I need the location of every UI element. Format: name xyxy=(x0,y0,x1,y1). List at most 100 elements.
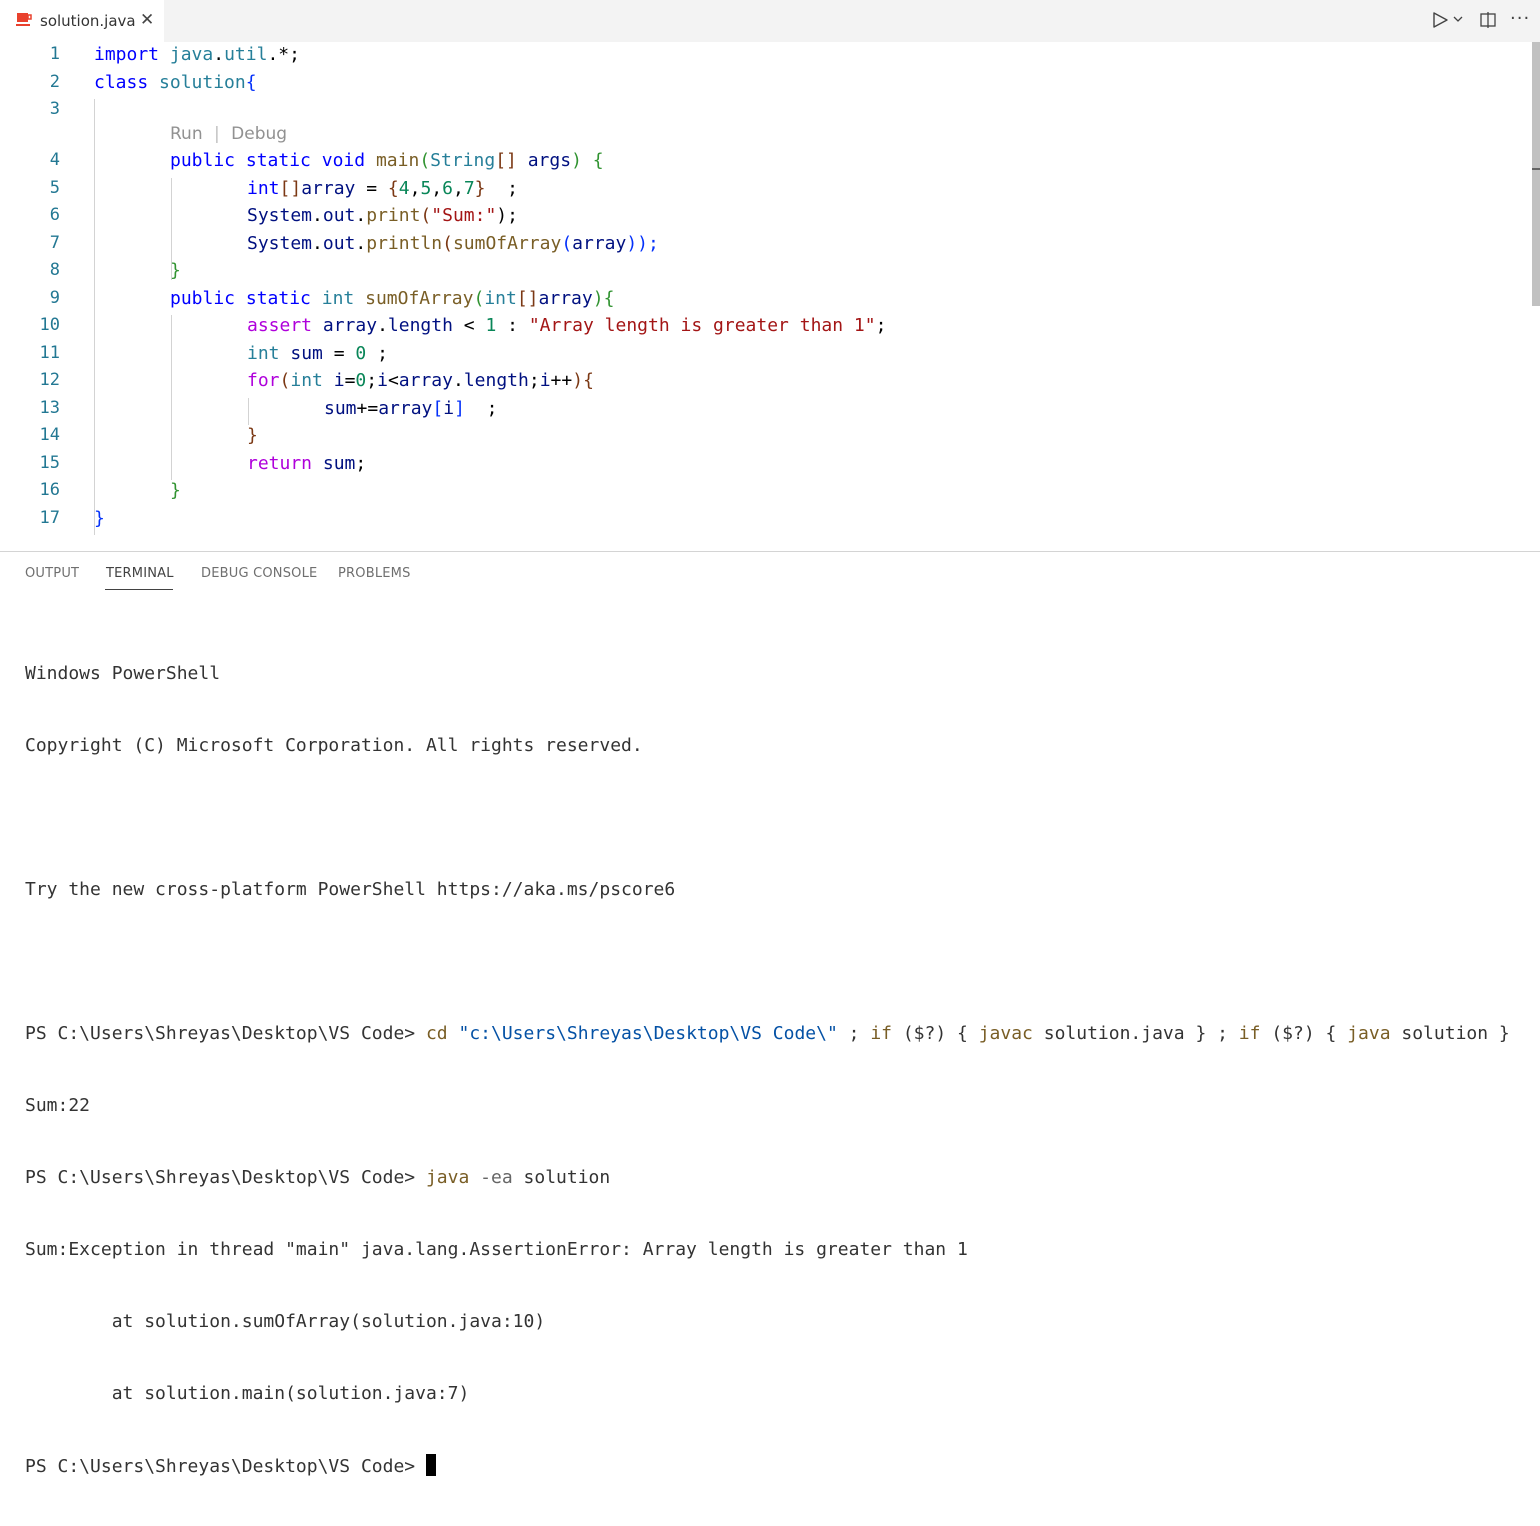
token: [] xyxy=(495,150,517,171)
terminal-prompt: PS C:\Users\Shreyas\Desktop\VS Code> xyxy=(25,1456,426,1477)
chevron-down-icon[interactable] xyxy=(1453,15,1463,23)
editor-scrollbar[interactable] xyxy=(1532,42,1540,551)
token: "Array length is greater than 1" xyxy=(528,315,876,336)
cmd-token: ($?) { xyxy=(892,1023,979,1044)
token: sum xyxy=(290,343,323,364)
editor-tab-bar: solution.java ✕ ··· xyxy=(0,0,1540,42)
token: } xyxy=(247,425,258,446)
line-number: 1 xyxy=(49,44,60,64)
cmd-token: solution.java } ; xyxy=(1032,1023,1239,1044)
token: 5 xyxy=(420,178,432,199)
token: out xyxy=(322,205,356,226)
token: i xyxy=(539,370,551,391)
token: . xyxy=(213,44,225,65)
more-actions-icon[interactable]: ··· xyxy=(1510,8,1530,29)
code-line-9: public static int sumOfArray(int[]array)… xyxy=(170,288,614,309)
tab-output[interactable]: OUTPUT xyxy=(25,566,79,581)
token: = xyxy=(344,370,356,391)
split-editor-icon[interactable] xyxy=(1479,11,1497,29)
cmd-token: ; xyxy=(837,1023,871,1044)
terminal-line: Try the new cross-platform PowerShell ht… xyxy=(25,879,676,900)
token: i xyxy=(333,370,345,391)
line-number: 2 xyxy=(49,72,60,92)
token: args xyxy=(527,150,572,171)
token: ; xyxy=(464,398,498,419)
token: , xyxy=(431,178,443,199)
code-line-15: return sum; xyxy=(247,453,366,474)
token: )); xyxy=(626,233,659,254)
line-number: 6 xyxy=(49,205,60,225)
indent-guide xyxy=(171,315,172,480)
cmd-token: if xyxy=(870,1023,892,1044)
code-line-12: for(int i=0;i<array.length;i++){ xyxy=(247,370,594,391)
scrollbar-thumb[interactable] xyxy=(1532,42,1540,306)
token: { xyxy=(592,150,604,171)
line-number: 15 xyxy=(39,453,60,473)
code-line-8: } xyxy=(170,260,181,281)
token: out xyxy=(322,233,356,254)
token: = xyxy=(322,343,356,364)
token: length xyxy=(387,315,453,336)
code-editor[interactable]: 1 2 3 4 5 6 7 8 9 10 11 12 13 14 15 16 1… xyxy=(0,42,1540,551)
token: static xyxy=(245,288,311,309)
token: : xyxy=(496,315,529,336)
code-line-5: int[]array = {4,5,6,7} ; xyxy=(247,178,518,199)
token: int xyxy=(247,343,280,364)
token: { xyxy=(583,370,594,391)
tab-debug-console[interactable]: DEBUG CONSOLE xyxy=(201,566,317,581)
token: ; xyxy=(485,178,519,199)
code-line-6: System.out.print("Sum:"); xyxy=(247,205,518,226)
token: int xyxy=(321,288,355,309)
line-number: 8 xyxy=(49,260,60,280)
token: 6 xyxy=(442,178,453,199)
terminal-prompt: PS C:\Users\Shreyas\Desktop\VS Code> xyxy=(25,1167,426,1188)
token: ( xyxy=(473,288,485,309)
token: array xyxy=(538,288,593,309)
token: , xyxy=(409,178,421,199)
cmd-token: java xyxy=(1347,1023,1391,1044)
terminal-line: Sum:22 xyxy=(25,1095,91,1116)
token: } xyxy=(170,480,181,501)
token: ( xyxy=(561,233,573,254)
token: ( xyxy=(419,150,431,171)
codelens-debug[interactable]: Debug xyxy=(231,124,287,144)
tab-terminal[interactable]: TERMINAL xyxy=(106,566,174,581)
line-number: 11 xyxy=(39,343,60,363)
token: public xyxy=(170,288,236,309)
token: ( xyxy=(279,370,291,391)
terminal-cursor xyxy=(425,1454,436,1476)
line-number: 17 xyxy=(39,508,60,528)
codelens-run[interactable]: Run xyxy=(170,124,203,144)
token: main xyxy=(375,150,420,171)
token: static xyxy=(245,150,311,171)
token: ++ xyxy=(550,370,573,391)
cmd-token: cd xyxy=(425,1023,448,1044)
close-icon[interactable]: ✕ xyxy=(140,10,154,30)
token: sumOfArray xyxy=(452,233,562,254)
tab-problems[interactable]: PROBLEMS xyxy=(338,566,411,581)
terminal-line: at solution.sumOfArray(solution.java:10) xyxy=(25,1311,546,1332)
token: ] xyxy=(454,398,465,419)
token: System xyxy=(247,233,313,254)
cmd-token: if xyxy=(1238,1023,1261,1044)
token: 7 xyxy=(463,178,475,199)
token: util xyxy=(224,44,268,65)
tab-label: solution.java xyxy=(40,12,136,30)
line-number: 12 xyxy=(39,370,60,390)
run-icon[interactable] xyxy=(1431,11,1449,29)
token: array xyxy=(301,178,356,199)
token: ; xyxy=(875,315,887,336)
token: ; xyxy=(528,370,540,391)
terminal-output[interactable]: Windows PowerShell Copyright (C) Microso… xyxy=(25,614,1535,1526)
tab-solution-java[interactable]: solution.java ✕ xyxy=(0,0,164,42)
token: , xyxy=(452,178,464,199)
token: ( xyxy=(442,233,453,254)
token: . xyxy=(355,205,367,226)
line-number: 5 xyxy=(49,178,60,198)
token: java xyxy=(169,44,214,65)
codelens-separator: | xyxy=(214,124,220,144)
token: 4 xyxy=(398,178,410,199)
terminal-command-line: PS C:\Users\Shreyas\Desktop\VS Code> cd … xyxy=(25,1022,1535,1046)
token: { xyxy=(245,72,257,93)
token: += xyxy=(356,398,379,419)
